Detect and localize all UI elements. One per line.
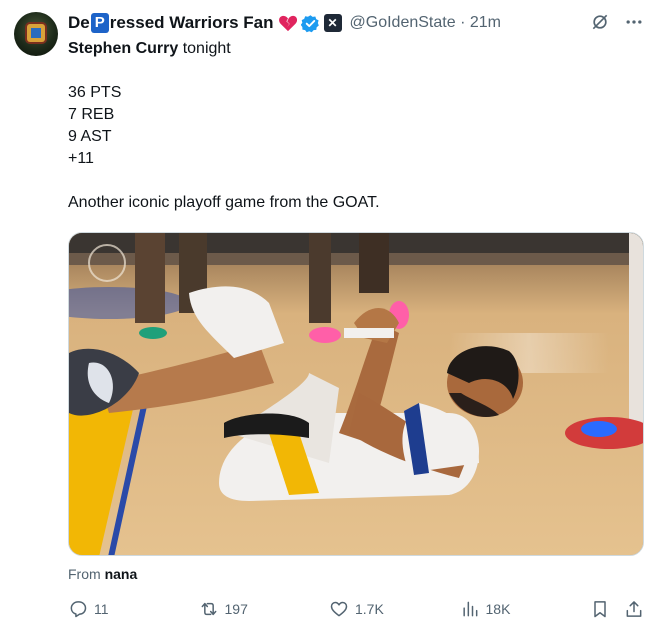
author-name-part: ressed Warriors Fan: [109, 13, 274, 32]
post-video[interactable]: [68, 232, 644, 556]
post-time[interactable]: 21m: [470, 14, 501, 31]
reply-count: 11: [94, 601, 109, 617]
from-user-link[interactable]: nana: [105, 566, 138, 582]
media-source: From nana: [68, 566, 137, 582]
repost-button[interactable]: 197: [199, 599, 330, 619]
like-count: 1.7K: [355, 601, 384, 617]
avatar[interactable]: [14, 12, 58, 56]
bookmark-button[interactable]: [590, 599, 610, 619]
bookmark-icon: [594, 601, 606, 618]
author-name[interactable]: De P ressed Warriors Fan: [68, 13, 274, 33]
author-name-badge: P: [90, 13, 109, 33]
post-text: Stephen Curry tonight 36 PTS 7 REB 9 AST…: [68, 38, 628, 214]
repost-icon: [201, 602, 216, 616]
from-label: From: [68, 566, 101, 582]
like-button[interactable]: 1.7K: [329, 599, 460, 619]
grok-icon[interactable]: [590, 12, 610, 32]
repost-count: 197: [224, 601, 248, 617]
action-bar: 11 197 1.7K 18K: [68, 597, 644, 621]
top-actions: [590, 12, 644, 32]
stat-line: 7 REB: [68, 106, 115, 123]
separator: ·: [460, 14, 466, 31]
views-button[interactable]: 18K: [460, 599, 591, 619]
stat-line: 9 AST: [68, 128, 112, 145]
author-name-part: De: [68, 13, 90, 32]
stat-line: +11: [68, 150, 94, 167]
share-button[interactable]: [624, 599, 644, 619]
more-icon[interactable]: [624, 12, 644, 32]
like-icon: [330, 601, 348, 617]
reply-icon: [70, 601, 87, 618]
post-caption: Another iconic playoff game from the GOA…: [68, 194, 380, 211]
views-icon: [462, 601, 477, 617]
author-handle[interactable]: @GoIdenState · 21m: [350, 14, 501, 32]
x-badge-icon: ✕: [323, 14, 342, 32]
verified-badge-icon: [300, 14, 319, 32]
share-icon: [626, 601, 642, 617]
post-subject-rest: tonight: [178, 40, 231, 57]
handle-text: @GoIdenState: [349, 14, 456, 31]
stat-line: 36 PTS: [68, 84, 122, 101]
broken-heart-icon: [278, 15, 297, 32]
reply-button[interactable]: 11: [68, 599, 199, 619]
video-frame: [69, 233, 643, 555]
post-header: De P ressed Warriors Fan ✕ @GoIdenState …: [68, 12, 640, 34]
post-subject: Stephen Curry: [68, 40, 179, 57]
views-count: 18K: [485, 601, 511, 617]
